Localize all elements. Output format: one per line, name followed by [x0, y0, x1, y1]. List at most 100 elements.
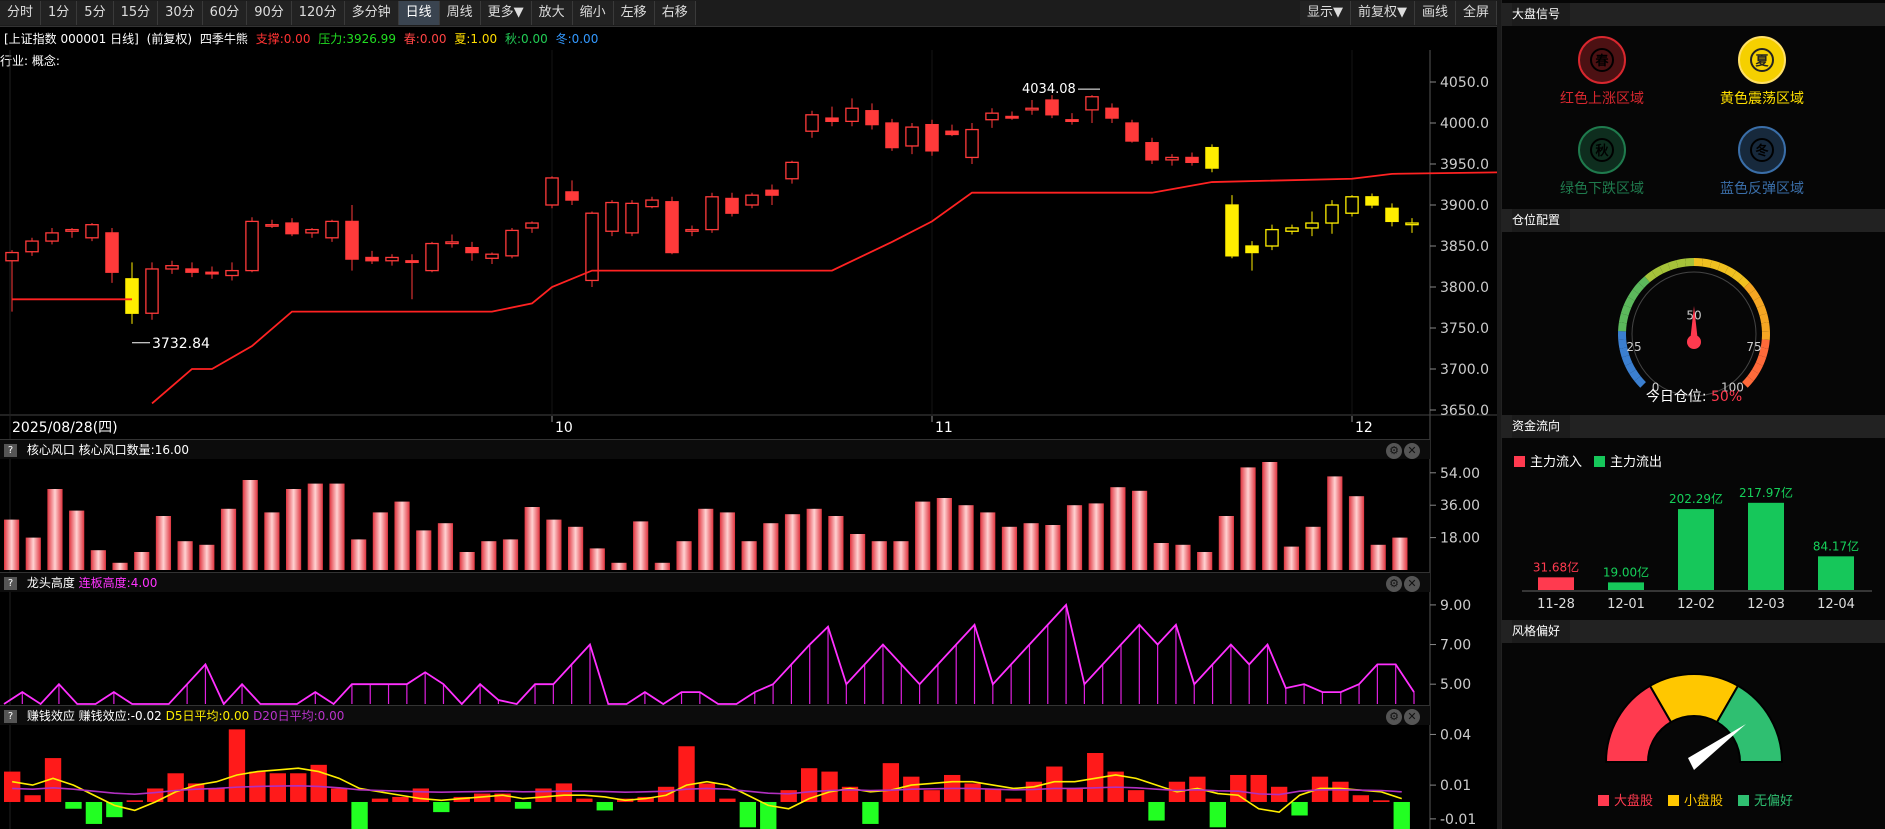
core-bar — [47, 489, 63, 570]
close-icon[interactable]: ✕ — [1404, 576, 1420, 592]
gauge-arc-segment — [1629, 369, 1641, 382]
close-icon[interactable]: ✕ — [1404, 443, 1420, 459]
dragon-tick-label: 7.00 — [1440, 638, 1471, 654]
candle-body — [765, 189, 779, 196]
core-bar — [1066, 505, 1083, 570]
core-bar — [1370, 544, 1386, 570]
profit-bar — [923, 790, 940, 802]
period-button-14[interactable]: 左移 — [613, 1, 655, 25]
toolbar-right-button-1[interactable]: 前复权▼ — [1350, 1, 1415, 25]
gauge-arc-segment — [1747, 369, 1759, 382]
core-bar — [372, 512, 388, 570]
profit-bar — [1046, 766, 1063, 802]
core-tick-label: 54.00 — [1440, 466, 1480, 482]
period-button-4[interactable]: 30分 — [158, 1, 203, 25]
period-button-10[interactable]: 周线 — [439, 1, 481, 25]
gauge-arc-segment — [1756, 304, 1768, 316]
profit-bar — [1352, 795, 1370, 802]
indicator-name[interactable]: 四季牛熊 — [200, 32, 248, 46]
core-bar — [155, 516, 172, 570]
candle-body — [825, 117, 839, 123]
close-icon[interactable]: ✕ — [1404, 709, 1420, 725]
index-name: [上证指数 000001 日线] — [4, 32, 139, 46]
core-bar — [502, 539, 519, 570]
gauge-arc-segment — [1761, 322, 1770, 332]
dragon-tick-label: 9.00 — [1440, 598, 1471, 614]
flow-category: 12-03 — [1747, 597, 1785, 612]
candle-body — [745, 194, 759, 206]
candle-body — [1365, 196, 1379, 206]
dragon-tick-label: 5.00 — [1440, 677, 1471, 693]
style-legend-large: 大盘股 — [1598, 790, 1653, 809]
period-button-15[interactable]: 右移 — [654, 1, 696, 25]
help-icon[interactable]: ? — [4, 710, 17, 723]
gauge-arc-segment — [1758, 347, 1769, 358]
period-button-12[interactable]: 放大 — [531, 1, 573, 25]
period-button-6[interactable]: 90分 — [247, 1, 292, 25]
core-bar — [741, 541, 757, 570]
profit-bar — [433, 801, 450, 813]
profit-bar — [106, 801, 123, 818]
candle-body — [1385, 207, 1399, 223]
gauge-hub — [1687, 335, 1701, 349]
autumn-value: 秋:0.00 — [504, 32, 548, 46]
profit-d20: D20日平均:0.00 — [253, 709, 345, 723]
core-bar — [719, 512, 736, 570]
side-panel: 大盘信号 春红色上涨区域夏黄色震荡区域秋绿色下跌区域冬蓝色反弹区域 仓位配置 0… — [1501, 0, 1885, 829]
indicator-info-bar: [上证指数 000001 日线] (前复权) 四季牛熊 支撑:0.00 压力:3… — [0, 28, 602, 50]
support-value: 支撑:0.00 — [255, 32, 311, 46]
toolbar-right-button-3[interactable]: 全屏 — [1455, 1, 1497, 25]
period-button-13[interactable]: 缩小 — [572, 1, 614, 25]
chart-area[interactable]: 分时 1分 5分 15分 30分 60分 90分 120分 多分钟 日线 周线 更多▼ 放大 缩小 左移 右移… — [0, 0, 1497, 829]
period-button-7[interactable]: 120分 — [291, 1, 345, 25]
date-tick-label: 12 — [1355, 420, 1373, 436]
period-button-3[interactable]: 15分 — [113, 1, 159, 25]
profit-bar — [351, 801, 368, 829]
position-readout: 今日仓位: 50% — [1502, 386, 1885, 406]
gear-icon[interactable]: ⚙ — [1386, 709, 1402, 725]
candle-body — [325, 220, 339, 239]
price-tick-label: 3650.0 — [1440, 403, 1489, 419]
toolbar-right-button-2[interactable]: 画线 — [1414, 1, 1456, 25]
price-tick-label: 4050.0 — [1440, 75, 1489, 91]
candle-body — [45, 232, 59, 242]
price-tick-label: 3750.0 — [1440, 321, 1489, 337]
core-bar — [25, 537, 41, 570]
core-bar — [1001, 526, 1018, 570]
gauge-arc-segment — [1623, 296, 1635, 309]
profit-bar — [862, 801, 879, 824]
gauge-arc-segment — [1701, 258, 1712, 268]
period-button-0[interactable]: 分时 — [0, 1, 42, 25]
flow-bar — [1818, 556, 1854, 590]
core-bar — [1088, 503, 1104, 570]
profit-bar — [330, 788, 348, 802]
gear-icon[interactable]: ⚙ — [1386, 443, 1402, 459]
core-bar — [220, 508, 237, 570]
period-button-8[interactable]: 多分钟 — [344, 1, 399, 25]
profit-title: 赚钱效应 — [26, 709, 75, 723]
help-icon[interactable]: ? — [4, 444, 17, 457]
signal-badge-icon: 秋 — [1578, 126, 1626, 174]
gauge-tick-label: 25 — [1626, 340, 1641, 354]
help-icon[interactable]: ? — [4, 577, 17, 590]
core-bar — [1197, 552, 1213, 570]
profit-bar — [65, 801, 82, 809]
signal-badge-icon: 夏 — [1738, 36, 1786, 84]
candle-body — [705, 196, 719, 231]
gauge-arc-segment — [1638, 276, 1650, 288]
profit-bar — [24, 795, 41, 802]
toolbar-right-button-0[interactable]: 显示▼ — [1299, 1, 1351, 25]
core-bar — [893, 541, 909, 570]
core-bar — [763, 523, 779, 570]
gear-icon[interactable]: ⚙ — [1386, 576, 1402, 592]
candle-body — [645, 199, 659, 208]
period-button-5[interactable]: 60分 — [202, 1, 248, 25]
signal-label: 蓝色反弹区域 — [1720, 181, 1804, 197]
period-button-11[interactable]: 更多▼ — [480, 1, 532, 25]
period-button-9[interactable]: 日线 — [398, 1, 440, 25]
period-button-2[interactable]: 5分 — [77, 1, 114, 25]
candle-body — [125, 278, 139, 314]
period-button-1[interactable]: 1分 — [41, 1, 78, 25]
candle-body — [665, 201, 679, 254]
profit-bar — [371, 798, 389, 802]
